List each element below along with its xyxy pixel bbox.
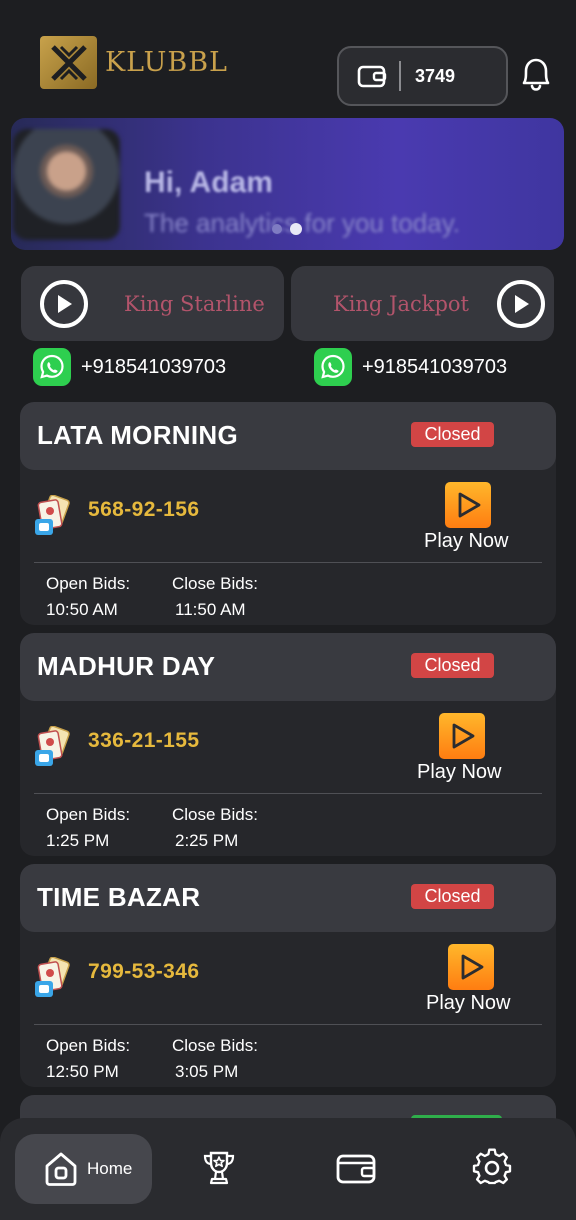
market-result: 799-53-346 [88,960,200,983]
king-starline-button[interactable]: King Starline [21,266,284,341]
market-result: 568-92-156 [88,498,200,521]
market-card-madhur-day[interactable]: MADHUR DAY Closed 336-21-155 Play Now Op… [20,633,556,856]
open-bids-time: 1:25 PM [46,831,110,850]
whatsapp-icon [33,348,71,386]
carousel-dot-active[interactable] [290,223,302,235]
card-divider [34,562,542,563]
play-circle-icon [40,279,88,328]
wallet-icon[interactable] [336,1148,376,1188]
playing-cards-icon [35,957,70,997]
user-avatar [13,129,120,240]
close-bids-time: 11:50 AM [175,600,246,619]
whatsapp-number: +918541039703 [81,355,227,378]
playing-cards-icon [35,495,70,535]
market-card-time-bazar[interactable]: TIME BAZAR Closed 799-53-346 Play Now Op… [20,864,556,1087]
market-name: TIME BAZAR [37,882,201,912]
settings-icon[interactable] [472,1148,512,1188]
open-bids-label: Open Bids: [46,805,131,824]
card-divider [34,1024,542,1025]
market-card-header: LATA MORNING Closed [20,402,556,470]
home-screen: KLUBBL 3749 Hi, Adam The analytics for y… [0,0,576,1220]
open-bids-label: Open Bids: [46,1036,131,1055]
welcome-banner[interactable]: Hi, Adam The analytics for you today. [11,118,564,250]
nav-home-label: Home [87,1159,133,1178]
trophy-icon[interactable] [199,1148,239,1188]
market-result: 336-21-155 [88,729,200,752]
wallet-balance: 3749 [415,65,456,86]
market-card-header: TIME BAZAR Closed [20,864,556,932]
carousel-dot[interactable] [272,224,282,234]
whatsapp-number: +918541039703 [362,355,508,378]
close-bids-label: Close Bids: [172,1036,258,1055]
play-icon [458,492,481,518]
nav-home-button[interactable]: Home [15,1134,152,1204]
market-card-lata-morning[interactable]: LATA MORNING Closed 568-92-156 Play Now … [20,402,556,625]
play-now-label[interactable]: Play Now [426,992,510,1015]
close-bids-time: 3:05 PM [175,1062,239,1081]
play-now-button[interactable] [439,713,485,759]
play-now-button[interactable] [448,944,494,990]
market-name: LATA MORNING [37,420,238,450]
banner-subtitle: The analytics for you today. [144,208,461,238]
logo-text: KLUBBL [105,47,228,78]
market-card-header: MADHUR DAY Closed [20,633,556,701]
king-jackpot-button[interactable]: King Jackpot [291,266,554,341]
play-now-button[interactable] [445,482,491,528]
game-label: King Starline [124,291,265,316]
game-label: King Jackpot [333,291,469,316]
home-icon [45,1152,77,1186]
open-bids-label: Open Bids: [46,574,131,593]
close-bids-label: Close Bids: [172,574,258,593]
market-name: MADHUR DAY [37,651,216,681]
market-status-badge: Closed [411,653,494,678]
app-logo: KLUBBL [40,36,228,89]
play-circle-icon [497,279,545,328]
whatsapp-icon [314,348,352,386]
open-bids-time: 10:50 AM [46,600,118,619]
play-icon [461,954,484,980]
play-now-label[interactable]: Play Now [424,530,508,553]
bottom-navigation: Home [0,1118,576,1220]
banner-greeting: Hi, Adam [144,166,273,199]
whatsapp-contact[interactable]: +918541039703 [314,348,507,386]
playing-cards-icon [35,726,70,766]
wallet-divider [399,61,401,91]
whatsapp-contact[interactable]: +918541039703 [33,348,226,386]
logo-mark-icon [40,36,97,89]
market-status-badge: Closed [411,422,494,447]
carousel-indicator [272,223,302,235]
notification-bell-icon[interactable] [516,54,556,94]
wallet-icon [357,65,387,88]
card-divider [34,793,542,794]
market-status-badge: Closed [411,884,494,909]
open-bids-time: 12:50 PM [46,1062,119,1081]
play-now-label[interactable]: Play Now [417,761,501,784]
wallet-balance-button[interactable]: 3749 [337,46,508,106]
close-bids-time: 2:25 PM [175,831,239,850]
play-icon [452,723,475,749]
close-bids-label: Close Bids: [172,805,258,824]
app-header: KLUBBL 3749 [0,0,576,112]
